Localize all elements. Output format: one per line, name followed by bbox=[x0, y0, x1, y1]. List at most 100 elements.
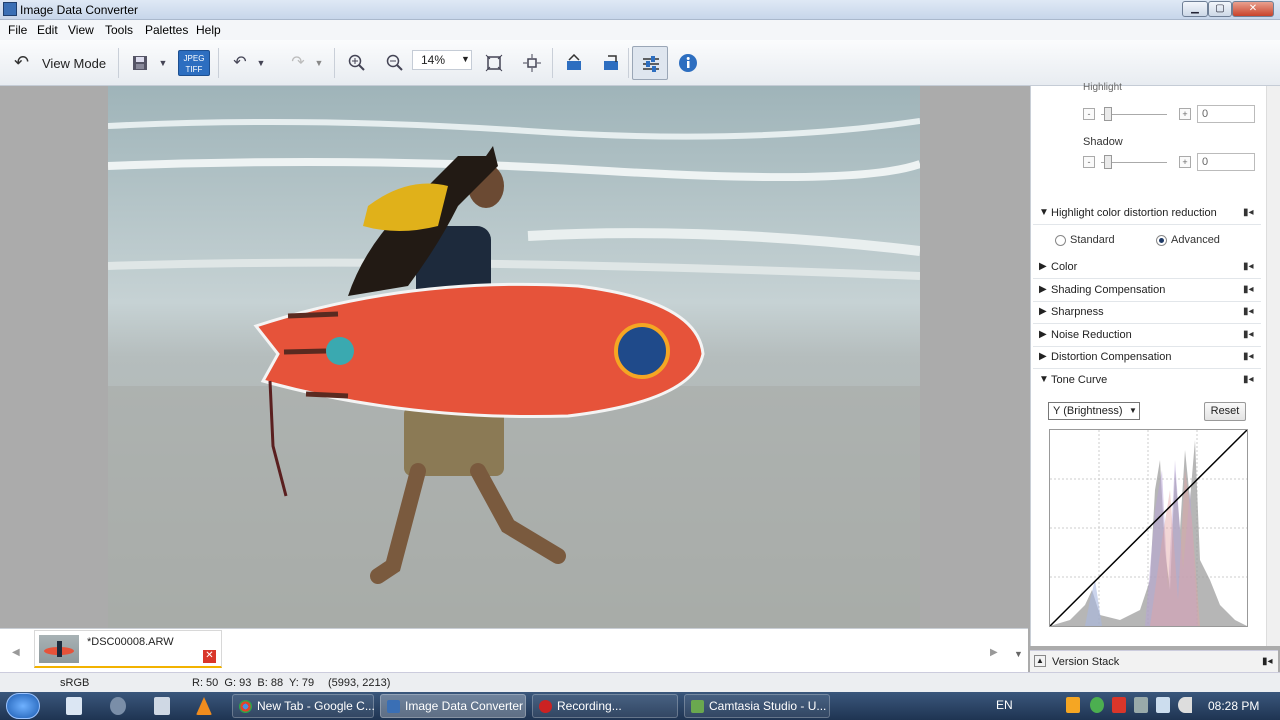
undo-dropdown-icon[interactable]: ▼ bbox=[254, 48, 268, 78]
view-mode-button[interactable]: ↶ View Mode bbox=[10, 50, 110, 76]
menu-edit[interactable]: Edit bbox=[37, 23, 58, 37]
vlc-icon[interactable] bbox=[196, 697, 212, 715]
scroll-left-icon[interactable]: ◀ bbox=[12, 647, 20, 658]
tone-curve-channel-value: Y (Brightness) bbox=[1053, 405, 1123, 417]
scroll-right-icon[interactable]: ▶ bbox=[990, 647, 998, 658]
menu-help[interactable]: Help bbox=[196, 23, 221, 37]
notepad-icon[interactable] bbox=[66, 697, 82, 715]
pin-icon[interactable]: ▮◂ bbox=[1243, 329, 1254, 340]
app-icon bbox=[3, 2, 17, 16]
rotate-right-icon[interactable] bbox=[597, 48, 625, 78]
maximize-button[interactable]: ▢ bbox=[1208, 1, 1232, 17]
thumbnail-image bbox=[39, 635, 79, 663]
pin-icon[interactable]: ▮◂ bbox=[1243, 351, 1254, 362]
actual-size-icon[interactable] bbox=[518, 48, 546, 78]
preview-image[interactable] bbox=[108, 86, 920, 628]
toolbar-divider bbox=[552, 48, 553, 78]
jpeg-tiff-label: JPEG TIFF bbox=[183, 54, 205, 74]
section-tone-curve[interactable]: ▼ Tone Curve ▮◂ bbox=[1033, 370, 1261, 392]
menu-tools[interactable]: Tools bbox=[105, 23, 133, 37]
tray-monitor-icon[interactable] bbox=[1134, 697, 1148, 713]
triangle-right-icon: ▶ bbox=[1039, 351, 1047, 362]
version-stack-bar[interactable]: ▲ Version Stack ▮◂ bbox=[1030, 650, 1278, 672]
minimize-button[interactable]: ▁ bbox=[1182, 1, 1208, 17]
pin-icon[interactable]: ▮◂ bbox=[1243, 306, 1254, 317]
save-icon[interactable] bbox=[126, 48, 154, 78]
section-noise-reduction[interactable]: ▶ Noise Reduction ▮◂ bbox=[1033, 325, 1261, 347]
zoom-select[interactable]: 14% ▼ bbox=[412, 50, 472, 70]
pin-icon[interactable]: ▮◂ bbox=[1243, 207, 1254, 218]
shadow-slider-thumb[interactable] bbox=[1104, 155, 1112, 169]
task-recording[interactable]: Recording... bbox=[532, 694, 678, 718]
shadow-increase-button[interactable]: + bbox=[1179, 156, 1191, 168]
shadow-decrease-button[interactable]: - bbox=[1083, 156, 1095, 168]
triangle-right-icon: ▶ bbox=[1039, 284, 1047, 295]
close-icon[interactable]: ✕ bbox=[203, 650, 216, 663]
task-camtasia[interactable]: Camtasia Studio - U... bbox=[684, 694, 830, 718]
tone-curve-channel-select[interactable]: Y (Brightness) ▼ bbox=[1048, 402, 1140, 420]
zoom-out-icon[interactable] bbox=[381, 48, 409, 78]
redo-icon[interactable]: ↷ bbox=[284, 48, 312, 78]
volume-icon[interactable] bbox=[1178, 697, 1192, 713]
menu-view[interactable]: View bbox=[68, 23, 94, 37]
section-label: Shading Compensation bbox=[1051, 284, 1166, 296]
section-label: Sharpness bbox=[1051, 306, 1104, 318]
section-highlight-color[interactable]: ▼ Highlight color distortion reduction ▮… bbox=[1033, 203, 1261, 225]
pin-icon[interactable]: ▮◂ bbox=[1243, 284, 1254, 295]
section-distortion-compensation[interactable]: ▶ Distortion Compensation ▮◂ bbox=[1033, 347, 1261, 369]
tone-curve-reset-button[interactable]: Reset bbox=[1204, 402, 1246, 421]
start-button[interactable] bbox=[6, 693, 40, 719]
section-label: Distortion Compensation bbox=[1051, 351, 1172, 363]
tone-curve-graph[interactable] bbox=[1049, 429, 1248, 627]
toolbar: ↶ View Mode ▼ JPEG TIFF ↶ ▼ ↷ ▼ 14% ▼ bbox=[0, 40, 1280, 86]
pin-icon[interactable]: ▮◂ bbox=[1243, 261, 1254, 272]
sliders-icon bbox=[643, 56, 659, 72]
radio-standard[interactable] bbox=[1055, 235, 1066, 246]
shadow-value-field[interactable]: 0 bbox=[1197, 153, 1255, 171]
tray-network-icon[interactable] bbox=[1090, 697, 1104, 713]
fit-to-window-icon[interactable] bbox=[480, 48, 508, 78]
highlight-increase-button[interactable]: + bbox=[1179, 108, 1191, 120]
highlight-decrease-button[interactable]: - bbox=[1083, 108, 1095, 120]
redo-dropdown-icon[interactable]: ▼ bbox=[312, 48, 326, 78]
record-icon bbox=[539, 700, 552, 713]
system-tool-icon[interactable] bbox=[110, 697, 126, 715]
pixel-info-readout: R: 50 G: 93 B: 88 Y: 79 bbox=[192, 677, 315, 689]
filmstrip-item[interactable]: *DSC00008.ARW ✕ bbox=[34, 630, 222, 668]
pin-icon[interactable]: ▮◂ bbox=[1243, 374, 1254, 385]
section-color[interactable]: ▶ Color ▮◂ bbox=[1033, 257, 1261, 279]
highlight-slider-thumb[interactable] bbox=[1104, 107, 1112, 121]
section-label: Tone Curve bbox=[1051, 374, 1108, 386]
section-shading-compensation[interactable]: ▶ Shading Compensation ▮◂ bbox=[1033, 280, 1261, 302]
document-icon[interactable] bbox=[154, 697, 170, 715]
chevron-down-icon: ▼ bbox=[461, 54, 470, 64]
collapse-up-icon[interactable]: ▲ bbox=[1034, 655, 1046, 667]
zoom-in-icon[interactable] bbox=[343, 48, 371, 78]
info-icon[interactable] bbox=[674, 48, 702, 78]
undo-icon[interactable]: ↶ bbox=[226, 48, 254, 78]
adjustment-palette-button[interactable] bbox=[632, 46, 668, 80]
section-sharpness[interactable]: ▶ Sharpness ▮◂ bbox=[1033, 302, 1261, 324]
task-chrome[interactable]: New Tab - Google C... bbox=[232, 694, 375, 718]
coordinate-readout: (5993, 2213) bbox=[328, 677, 391, 689]
task-image-data-converter[interactable]: Image Data Converter bbox=[380, 694, 526, 718]
jpeg-tiff-output-button[interactable]: JPEG TIFF bbox=[178, 50, 210, 76]
menu-palettes[interactable]: Palettes bbox=[145, 23, 188, 37]
save-dropdown-icon[interactable]: ▼ bbox=[156, 48, 170, 78]
tray-flag-icon[interactable] bbox=[1112, 697, 1126, 713]
language-indicator[interactable]: EN bbox=[996, 698, 1013, 712]
panel-scrollbar[interactable] bbox=[1266, 86, 1280, 646]
radio-advanced[interactable] bbox=[1156, 235, 1167, 246]
toolbar-divider bbox=[218, 48, 219, 78]
chevron-down-icon[interactable]: ▼ bbox=[1014, 649, 1023, 659]
rotate-left-icon[interactable] bbox=[560, 48, 588, 78]
pin-icon[interactable]: ▮◂ bbox=[1262, 656, 1273, 667]
clock[interactable]: 08:28 PM bbox=[1208, 699, 1259, 713]
section-label: Noise Reduction bbox=[1051, 329, 1132, 341]
menu-file[interactable]: File bbox=[8, 23, 27, 37]
highlight-value-field[interactable]: 0 bbox=[1197, 105, 1255, 123]
tray-app-icon[interactable] bbox=[1066, 697, 1080, 713]
task-label: Image Data Converter bbox=[405, 699, 524, 713]
close-button[interactable]: ✕ bbox=[1232, 1, 1274, 17]
tray-connection-icon[interactable] bbox=[1156, 697, 1170, 713]
